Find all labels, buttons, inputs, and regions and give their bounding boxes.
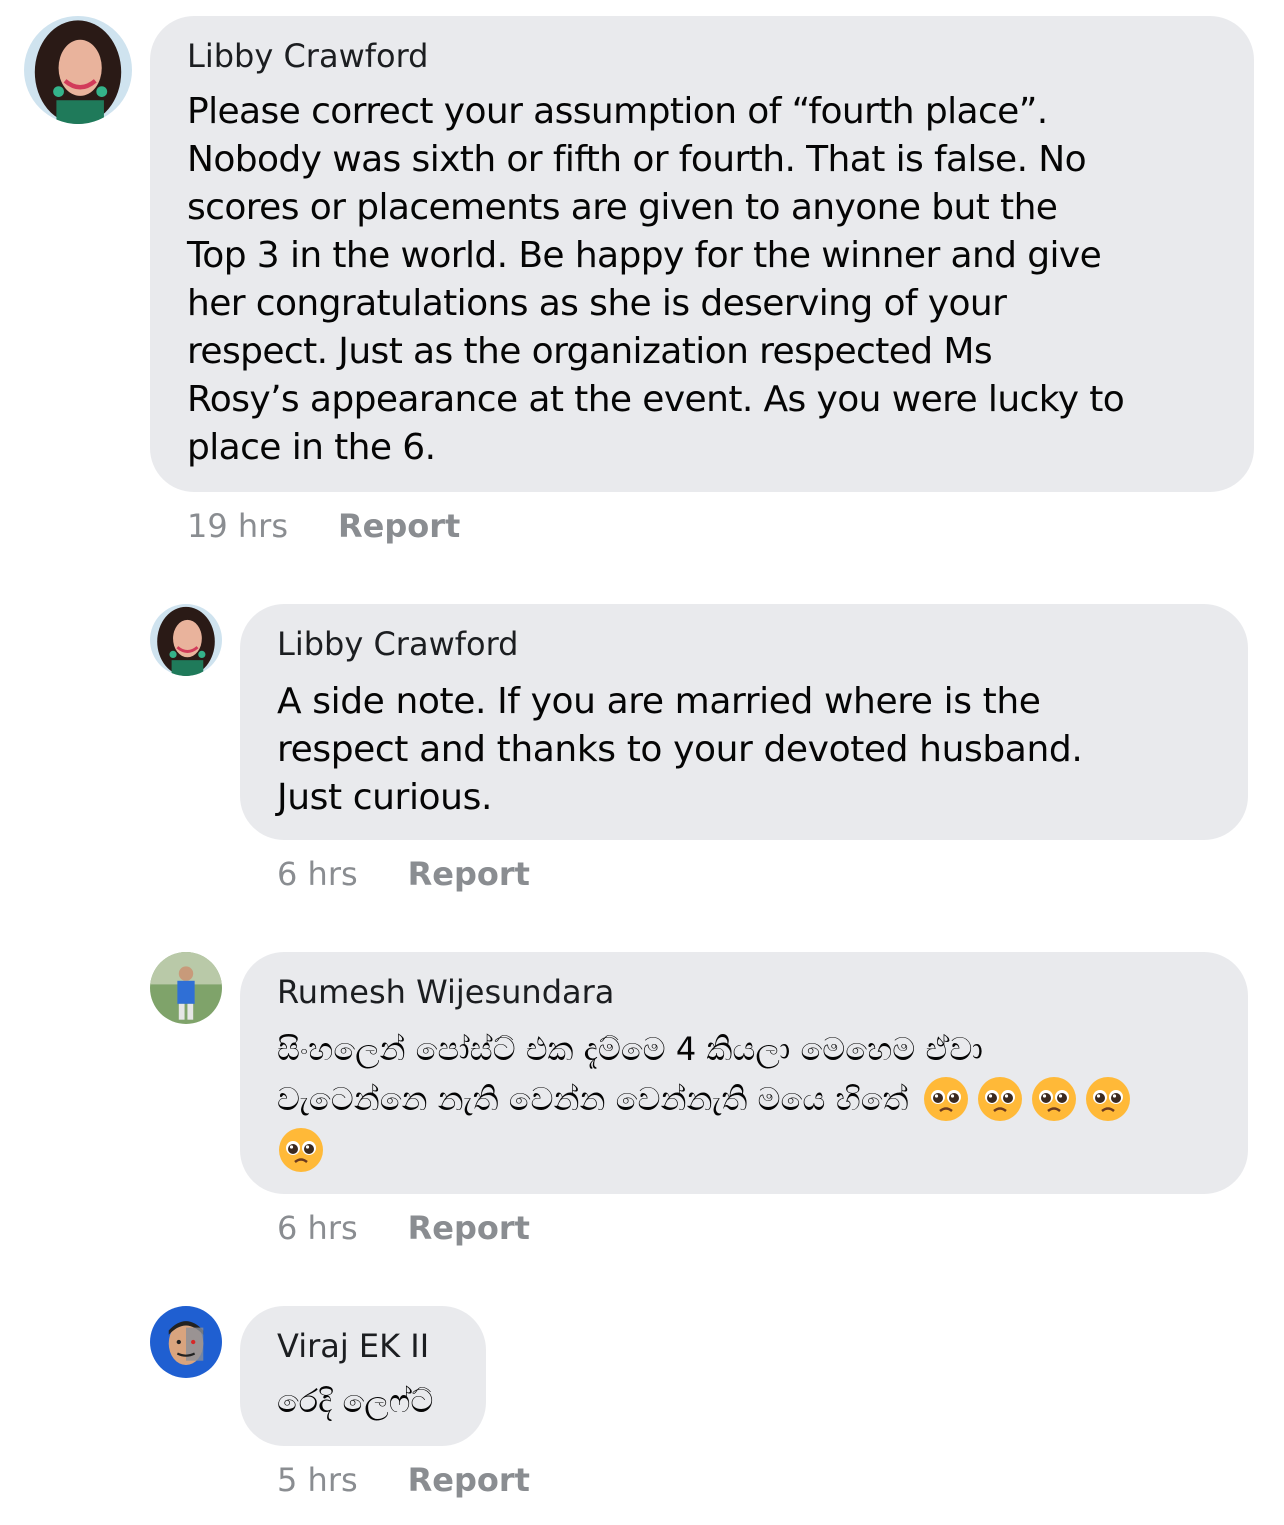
report-button[interactable]: Report <box>408 1460 530 1500</box>
comment-text: රෙදි ලෙෆ්ට් <box>277 1382 434 1420</box>
comment-thread: Libby Crawford Please correct your assum… <box>0 0 1284 1525</box>
comment-meta: 5 hrs Report <box>277 1460 530 1500</box>
comment-author[interactable]: Viraj EK II <box>277 1326 466 1366</box>
avatar-viraj-ek[interactable] <box>150 1306 222 1378</box>
comment-4: Viraj EK II රෙදි ලෙෆ්ට් 5 hrs Report <box>0 0 1284 1525</box>
comment-bubble: Viraj EK II රෙදි ලෙෆ්ට් <box>240 1306 486 1446</box>
comment-timestamp[interactable]: 5 hrs <box>277 1460 358 1500</box>
